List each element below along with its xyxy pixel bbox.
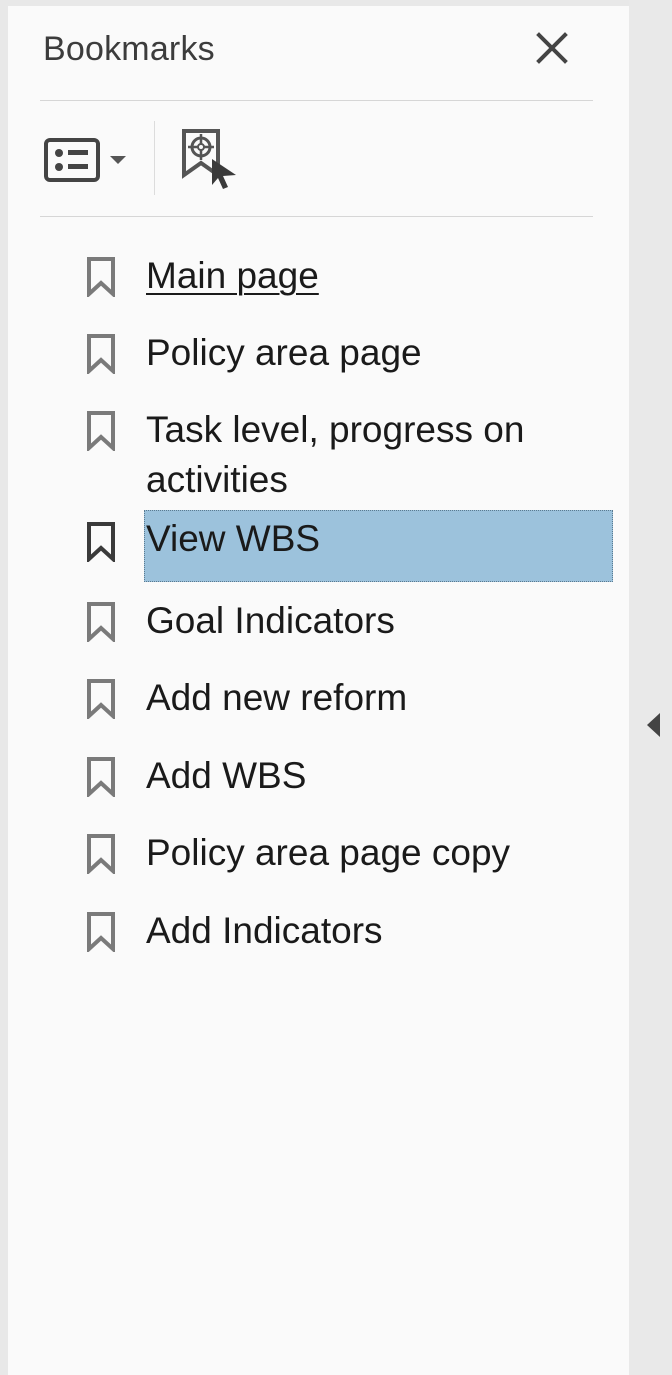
bookmark-item-add-wbs[interactable]: Add WBS — [8, 743, 629, 807]
close-icon — [536, 32, 568, 64]
dropdown-caret-icon — [110, 156, 126, 164]
panel-header: Bookmarks — [8, 6, 629, 100]
bookmark-icon — [87, 912, 115, 952]
bookmark-item-add-indicators[interactable]: Add Indicators — [8, 898, 629, 962]
close-button[interactable] — [530, 26, 574, 70]
bookmark-label: Add new reform — [146, 677, 408, 718]
bookmark-label: Add Indicators — [146, 910, 383, 951]
bookmark-item-policy-area-page[interactable]: Policy area page — [8, 320, 629, 384]
new-bookmark-from-structure-icon — [182, 129, 236, 189]
bookmark-label: Main page — [146, 255, 319, 296]
bookmark-icon — [87, 834, 115, 874]
bookmark-label: Policy area page — [146, 332, 422, 373]
options-menu-button[interactable] — [44, 135, 132, 185]
bookmark-item-task-level[interactable]: Task level, progress on activities — [8, 397, 629, 507]
bookmarks-panel: Bookmarks Main page Policy area page Tas… — [8, 6, 629, 1375]
bookmark-item-policy-area-page-copy[interactable]: Policy area page copy — [8, 820, 629, 884]
bookmark-label: View WBS — [146, 518, 321, 559]
bookmark-item-view-wbs[interactable]: View WBS — [8, 510, 629, 582]
bookmark-item-main-page[interactable]: Main page — [8, 243, 629, 307]
bookmark-icon — [87, 757, 115, 797]
navigation-pane-splitter[interactable] — [629, 0, 672, 1375]
bookmark-icon — [87, 522, 115, 562]
toolbar-separator — [154, 121, 155, 195]
bookmarks-window: Bookmarks Main page Policy area page Tas… — [0, 0, 672, 1375]
bookmark-icon — [87, 334, 115, 374]
bookmark-item-goal-indicators[interactable]: Goal Indicators — [8, 588, 629, 652]
bookmark-label: Task level, progress on activities — [146, 409, 525, 500]
bookmark-label: Goal Indicators — [146, 600, 395, 641]
bookmark-icon — [87, 411, 115, 451]
bookmark-icon — [87, 257, 115, 297]
bookmark-item-add-new-reform[interactable]: Add new reform — [8, 665, 629, 729]
bookmark-label: Policy area page copy — [146, 832, 511, 873]
bookmark-icon — [87, 602, 115, 642]
list-options-icon — [44, 138, 100, 182]
bookmarks-toolbar — [8, 101, 629, 215]
new-bookmark-button[interactable] — [178, 129, 240, 191]
panel-title: Bookmarks — [43, 30, 215, 68]
toolbar-divider — [40, 216, 593, 217]
bookmark-label: Add WBS — [146, 755, 307, 796]
collapse-left-arrow-icon[interactable] — [646, 712, 662, 738]
bookmark-icon — [87, 679, 115, 719]
